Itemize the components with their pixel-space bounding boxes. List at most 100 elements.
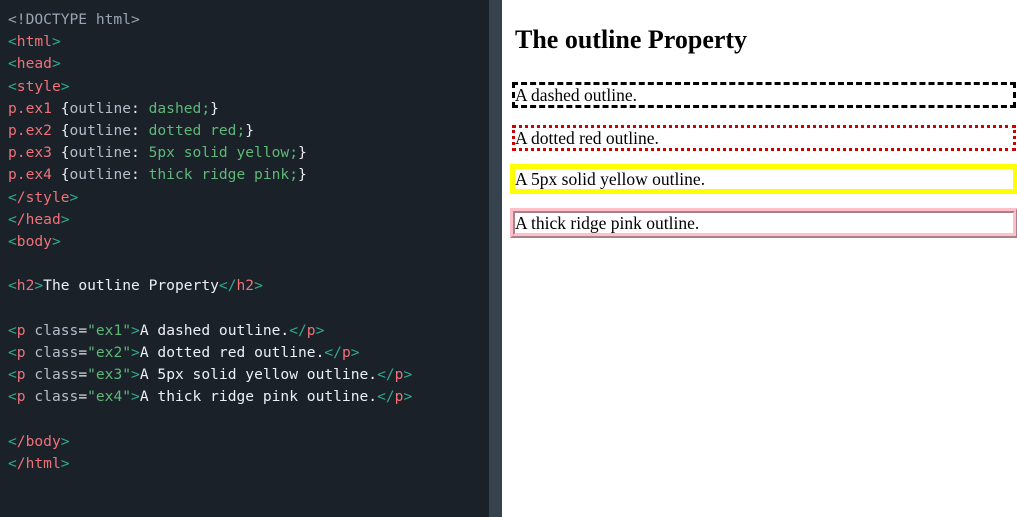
- attribute-equals: =: [78, 366, 88, 383]
- css-value: dotted red: [148, 121, 237, 139]
- attribute-equals: =: [78, 321, 88, 339]
- code-line-p-ex4: <p class="ex4">A thick ridge pink outlin…: [8, 386, 502, 408]
- css-brace-close: }: [298, 144, 307, 162]
- angle-bracket-close-icon: >: [131, 343, 140, 361]
- code-line-html-close: </html>: [8, 453, 502, 475]
- code-editor-pane[interactable]: <!DOCTYPE html> <html> <head> <style> p.ex1 …: [0, 0, 502, 517]
- tag-name-p: p: [16, 343, 26, 361]
- code-line-p-ex1: <p class="ex1">A dashed outline.</p>: [8, 320, 502, 342]
- tag-name-style: style: [16, 77, 61, 95]
- angle-bracket-open-icon: </: [324, 343, 342, 361]
- css-property: outline: [69, 144, 132, 162]
- angle-bracket-close-icon: >: [51, 232, 61, 250]
- code-line-style-close: </style>: [8, 187, 502, 209]
- angle-bracket-open-icon: <: [8, 277, 17, 295]
- h2-text-content: The outline Property: [43, 277, 219, 295]
- code-line-head-open: <head>: [8, 53, 502, 75]
- css-semicolon: ;: [236, 121, 246, 139]
- outline-demo-dotted-red: A dotted red outline.: [512, 125, 1016, 151]
- css-value: thick ridge pink: [148, 166, 290, 184]
- angle-bracket-open-icon: <: [8, 188, 17, 206]
- tag-name-p: p: [16, 388, 26, 406]
- pane-divider-scrollbar[interactable]: [489, 0, 502, 517]
- css-semicolon: ;: [289, 166, 298, 184]
- angle-bracket-open-icon: <: [8, 77, 17, 95]
- angle-bracket-close-icon: >: [403, 366, 413, 383]
- css-selector: p.ex3: [8, 144, 52, 162]
- tag-name-p: p: [16, 321, 26, 339]
- attribute-value: "ex1": [87, 321, 132, 339]
- code-preview-split-view: <!DOCTYPE html> <html> <head> <style> p.ex1 …: [0, 0, 1017, 517]
- angle-bracket-close-icon: >: [34, 277, 44, 295]
- p-text-content: A dotted red outline.: [139, 343, 325, 361]
- css-colon: :: [131, 99, 149, 117]
- css-selector: p.ex4: [8, 166, 52, 184]
- p-text-content: A thick ridge pink outline.: [139, 388, 378, 406]
- angle-bracket-close-icon: >: [51, 55, 61, 73]
- doctype-declaration: <!DOCTYPE html>: [8, 11, 140, 28]
- tag-name-p-close: p: [306, 321, 316, 339]
- css-brace-open: {: [51, 144, 70, 162]
- p-text-content: A dashed outline.: [139, 321, 290, 339]
- css-brace-open: {: [51, 99, 70, 117]
- angle-bracket-open-icon: <: [8, 33, 17, 51]
- tag-name-body-close: /body: [16, 432, 61, 450]
- angle-bracket-open-icon: <: [8, 432, 17, 450]
- attribute-value: "ex3": [87, 366, 132, 383]
- outline-demo-dashed: A dashed outline.: [512, 82, 1016, 108]
- css-semicolon: ;: [289, 144, 298, 162]
- code-line-css-rule-2: p.ex2 {outline: dotted red;}: [8, 120, 502, 142]
- angle-bracket-open-icon: <: [8, 366, 17, 383]
- tag-name-p: p: [16, 366, 26, 383]
- css-value: dashed: [148, 99, 202, 117]
- angle-bracket-close-icon: >: [60, 432, 70, 450]
- tag-name-h2: h2: [16, 277, 35, 295]
- css-brace-open: {: [51, 166, 70, 184]
- css-property: outline: [69, 166, 132, 184]
- angle-bracket-close-icon: >: [254, 277, 263, 295]
- code-line-style-open: <style>: [8, 76, 502, 98]
- attribute-equals: =: [78, 343, 88, 361]
- p-text-content: A 5px solid yellow outline.: [139, 366, 378, 383]
- css-brace-open: {: [51, 121, 70, 139]
- angle-bracket-open-icon: </: [377, 366, 395, 383]
- angle-bracket-open-icon: <: [8, 210, 17, 228]
- angle-bracket-open-icon: <: [8, 454, 17, 472]
- rendered-preview-pane: The outline Property A dashed outline. A…: [502, 0, 1017, 517]
- css-brace-close: }: [245, 121, 255, 139]
- angle-bracket-open-icon: <: [8, 343, 17, 361]
- tag-name-p-close: p: [341, 343, 351, 361]
- tag-name-html: html: [16, 33, 52, 51]
- angle-bracket-close-icon: >: [315, 321, 325, 339]
- code-line-p-ex3: <p class="ex3">A 5px solid yellow outlin…: [8, 364, 502, 386]
- angle-bracket-open-icon: </: [218, 277, 237, 295]
- css-colon: :: [131, 121, 149, 139]
- page-title: The outline Property: [515, 25, 748, 54]
- css-value: 5px solid yellow: [148, 144, 290, 162]
- css-selector: p.ex2: [8, 121, 52, 139]
- angle-bracket-close-icon: >: [60, 454, 70, 472]
- attribute-value: "ex2": [87, 343, 132, 361]
- angle-bracket-open-icon: <: [8, 232, 17, 250]
- css-property: outline: [69, 99, 132, 117]
- angle-bracket-open-icon: <: [8, 55, 17, 73]
- css-colon: :: [131, 166, 149, 184]
- code-listing[interactable]: <!DOCTYPE html> <html> <head> <style> p.ex1 …: [8, 9, 502, 475]
- attribute-name-class: class: [25, 366, 79, 383]
- angle-bracket-close-icon: >: [131, 388, 140, 406]
- code-line-p-ex2: <p class="ex2">A dotted red outline.</p>: [8, 342, 502, 364]
- angle-bracket-open-icon: </: [289, 321, 307, 339]
- tag-name-body: body: [16, 232, 52, 250]
- angle-bracket-close-icon: >: [60, 210, 70, 228]
- code-line-html-open: <html>: [8, 31, 502, 53]
- code-line-css-rule-3: p.ex3 {outline: 5px solid yellow;}: [8, 142, 502, 164]
- tag-name-h2-close: h2: [236, 277, 255, 295]
- attribute-equals: =: [78, 388, 88, 406]
- css-brace-close: }: [210, 99, 219, 117]
- angle-bracket-close-icon: >: [131, 366, 140, 383]
- code-line-doctype: <!DOCTYPE html>: [8, 9, 502, 31]
- code-line-body-open: <body>: [8, 231, 502, 253]
